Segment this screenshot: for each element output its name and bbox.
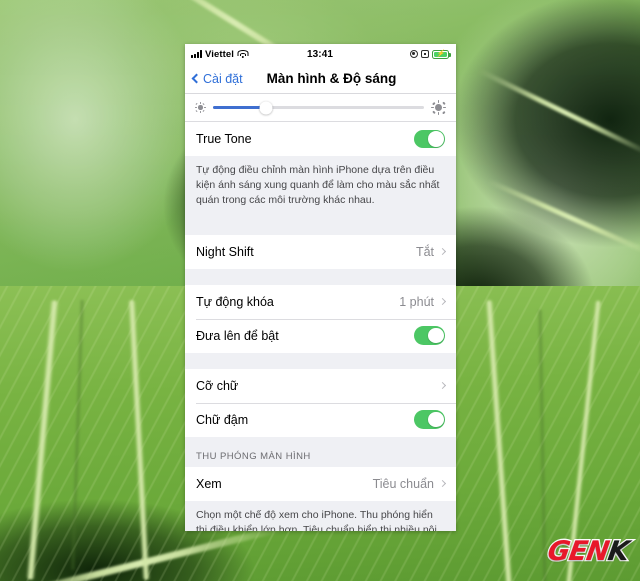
- chevron-left-icon: [191, 73, 202, 84]
- section-gap: [185, 268, 456, 285]
- brightness-slider-row[interactable]: [185, 94, 456, 122]
- settings-row-value: Tiêu chuẩn: [372, 476, 434, 491]
- location-services-icon: [410, 50, 419, 58]
- settings-row[interactable]: Cỡ chữ: [185, 368, 456, 403]
- sun-small-icon: [195, 102, 206, 113]
- status-bar-right: ⚡: [333, 49, 451, 59]
- settings-row-label: Chữ đậm: [196, 412, 249, 427]
- genk-watermark: GENK: [544, 535, 632, 569]
- settings-row[interactable]: True Tone: [185, 122, 456, 156]
- wifi-icon: [237, 50, 249, 58]
- settings-group: Night Shift Tắt: [185, 234, 456, 269]
- chevron-right-icon: [438, 382, 447, 390]
- section-header: THU PHÓNG MÀN HÌNH: [185, 436, 456, 467]
- toggle-knob: [427, 327, 444, 344]
- status-bar-left: Viettel: [191, 49, 307, 60]
- settings-row-label: Cỡ chữ: [196, 378, 239, 393]
- settings-group: True Tone: [185, 122, 456, 156]
- phone-screenshot: Viettel 13:41 ⚡ Cài đặt Màn hình & Độ sá…: [185, 44, 456, 531]
- section-footnote: Tự động điều chỉnh màn hình iPhone dựa t…: [185, 156, 456, 219]
- section-gap: [185, 218, 456, 235]
- chevron-right-icon: [438, 248, 447, 256]
- settings-row-label: Night Shift: [196, 244, 254, 259]
- settings-group: Tự động khóa 1 phút Đưa lên để bật: [185, 284, 456, 353]
- section-gap: [185, 352, 456, 369]
- settings-row-value: Tắt: [415, 244, 434, 259]
- settings-group: Xem Tiêu chuẩn: [185, 466, 456, 501]
- settings-row-label: Đưa lên để bật: [196, 328, 279, 343]
- battery-charging-icon: ⚡: [432, 49, 451, 59]
- toggle-knob: [427, 411, 444, 428]
- settings-row-toggle[interactable]: [414, 129, 445, 149]
- chevron-right-icon: [438, 480, 447, 488]
- settings-row-label: Xem: [196, 476, 222, 491]
- settings-row-label: True Tone: [196, 132, 252, 146]
- section-footnote: Chọn một chế độ xem cho iPhone. Thu phón…: [185, 500, 456, 531]
- brightness-slider-thumb[interactable]: [259, 101, 273, 114]
- watermark-gen: GEN: [544, 535, 612, 569]
- brightness-slider-track[interactable]: [213, 101, 424, 114]
- settings-sections: True Tone Tự động điều chỉnh màn hình iPh…: [185, 122, 456, 531]
- settings-row[interactable]: Đưa lên để bật: [185, 318, 456, 353]
- status-bar-time: 13:41: [306, 48, 334, 60]
- settings-row-label: Tự động khóa: [196, 294, 274, 309]
- sun-large-icon: [431, 100, 446, 115]
- settings-row-toggle[interactable]: [414, 410, 445, 429]
- back-button-label: Cài đặt: [203, 71, 243, 86]
- toggle-knob: [427, 131, 444, 147]
- settings-list[interactable]: True Tone Tự động điều chỉnh màn hình iPh…: [185, 94, 456, 531]
- alarm-clock-icon: [421, 50, 430, 58]
- settings-row[interactable]: Chữ đậm: [185, 402, 456, 437]
- settings-group: Cỡ chữ Chữ đậm: [185, 368, 456, 437]
- settings-row[interactable]: Night Shift Tắt: [185, 234, 456, 269]
- brightness-slider-fill: [213, 106, 266, 109]
- settings-row[interactable]: Xem Tiêu chuẩn: [185, 466, 456, 501]
- settings-row[interactable]: Tự động khóa 1 phút: [185, 284, 456, 319]
- signal-bars-icon: [191, 50, 202, 58]
- status-bar: Viettel 13:41 ⚡: [185, 44, 456, 64]
- navigation-bar: Cài đặt Màn hình & Độ sáng: [185, 64, 456, 94]
- back-button[interactable]: Cài đặt: [191, 71, 243, 86]
- chevron-right-icon: [438, 298, 447, 306]
- settings-row-value: 1 phút: [399, 294, 434, 309]
- carrier-label: Viettel: [205, 48, 235, 60]
- settings-row-toggle[interactable]: [414, 326, 445, 345]
